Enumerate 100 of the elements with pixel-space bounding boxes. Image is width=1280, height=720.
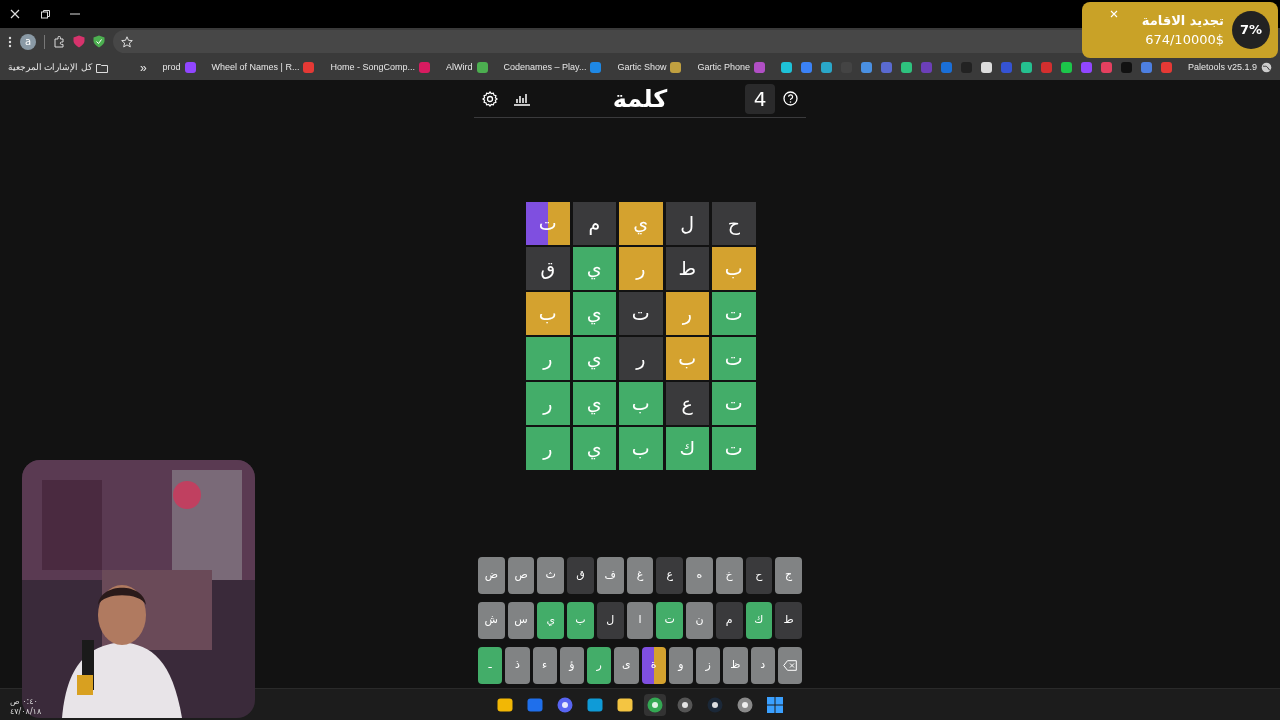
letter-tile: ر (665, 292, 709, 335)
notification-title: تجديد الاقامة (1141, 11, 1224, 30)
letter-key[interactable]: ح (745, 556, 773, 594)
puzzle-icon[interactable] (53, 35, 65, 48)
letter-tile: ب (712, 247, 756, 290)
letter-key[interactable]: ذ (505, 646, 530, 684)
site-icon[interactable] (860, 62, 872, 73)
letter-key[interactable]: ن (686, 601, 713, 639)
letter-tile: ر (526, 427, 570, 470)
letter-tile: ر (619, 247, 663, 290)
bookmark-link[interactable]: Home - SongComp... (330, 60, 430, 75)
site-icon[interactable] (1020, 62, 1032, 73)
letter-tile: ي (572, 337, 616, 380)
letter-tile: ت (619, 292, 663, 335)
letter-key[interactable]: ط (775, 601, 802, 639)
letter-tile: ق (526, 247, 570, 290)
letter-tile: ر (526, 382, 570, 425)
bookmark-link[interactable]: Paletools v25.1.9 (1187, 60, 1272, 75)
percent-badge: 7% (1232, 11, 1270, 49)
letter-key[interactable]: ة (641, 646, 666, 684)
letter-key[interactable]: ج (775, 556, 802, 594)
letter-tile: ل (665, 202, 709, 245)
letter-key[interactable]: د (750, 646, 775, 684)
streak-button[interactable]: 4 (745, 83, 775, 114)
letter-key[interactable]: ي (537, 601, 565, 639)
letter-tile: ت (712, 337, 756, 380)
site-icon[interactable] (980, 62, 992, 73)
letter-tile: ت (712, 427, 756, 470)
clock-time: ٠:٤٠ ص (10, 697, 39, 707)
bookmark-link[interactable]: prod (162, 60, 196, 75)
letter-tile: ع (665, 382, 709, 425)
letter-tile: ح (712, 202, 756, 245)
bookmark-link[interactable]: Gartic Show (617, 60, 682, 75)
letter-tile: ت (526, 202, 570, 245)
progress-amount: 674/10000$ (1144, 31, 1224, 49)
letter-tile: ط (665, 247, 709, 290)
letter-key[interactable]: ز (696, 646, 721, 684)
letter-tile: ك (665, 427, 709, 470)
letter-key[interactable]: ـ (478, 646, 503, 684)
letter-key[interactable]: ق (567, 556, 594, 594)
profile-avatar[interactable]: a (20, 33, 36, 50)
backspace-key[interactable] (777, 646, 802, 684)
restore-icon (40, 9, 50, 19)
letter-key[interactable]: ش (477, 601, 505, 639)
letter-tile: ب (619, 427, 663, 470)
shield-icon[interactable] (93, 35, 105, 48)
letter-tile: ي (572, 247, 616, 290)
letter-key[interactable]: غ (626, 556, 654, 594)
letter-tile: ب (619, 382, 663, 425)
menu-icon[interactable] (8, 35, 12, 48)
site-icon[interactable] (780, 62, 792, 73)
site-icon[interactable] (820, 62, 832, 73)
letter-key[interactable]: خ (715, 556, 743, 594)
letter-key[interactable]: ر (587, 646, 612, 684)
letter-tile: ر (526, 337, 570, 380)
letter-tile: ت (712, 292, 756, 335)
bookmark-link[interactable]: Wheel of Names | R... (211, 60, 315, 75)
letter-key[interactable]: ف (596, 556, 624, 594)
letter-tile: ت (712, 382, 756, 425)
bookmark-star-icon[interactable] (121, 35, 133, 48)
letter-key[interactable]: و (668, 646, 693, 684)
game-title: كلمة (612, 83, 668, 115)
letter-key[interactable]: ى (614, 646, 639, 684)
letter-key[interactable]: ص (507, 556, 535, 594)
overflow-chevron[interactable]: « (139, 58, 147, 77)
letter-tile: ب (665, 337, 709, 380)
letter-key[interactable]: ض (477, 556, 505, 594)
letter-tile: ي (572, 292, 616, 335)
letter-key[interactable]: ك (745, 601, 773, 639)
letter-key[interactable]: ب (567, 601, 594, 639)
letter-key[interactable]: ا (626, 601, 654, 639)
bookmark-link[interactable]: Codenames – Play... (503, 60, 602, 75)
letter-tile: ي (572, 382, 616, 425)
letter-tile: م (572, 202, 616, 245)
letter-tile: ب (526, 292, 570, 335)
windows-start-icon[interactable] (767, 696, 783, 713)
letter-key[interactable]: ت (656, 601, 684, 639)
letter-key[interactable]: ث (537, 556, 565, 594)
letter-key[interactable]: م (715, 601, 743, 639)
letter-key[interactable]: ؤ (559, 646, 584, 684)
letter-key[interactable]: ع (656, 556, 684, 594)
bar-chart-icon[interactable] (514, 91, 530, 106)
letter-key[interactable]: س (507, 601, 535, 639)
site-icon[interactable] (900, 62, 912, 73)
letter-key[interactable]: ل (596, 601, 624, 639)
backspace-icon (782, 659, 797, 671)
site-icon[interactable] (1060, 62, 1072, 73)
globe-icon (1261, 62, 1272, 73)
clock-date: ٤٧/٠٨/١٨ (10, 707, 42, 717)
letter-key[interactable]: ء (532, 646, 557, 684)
letter-key[interactable]: ظ (723, 646, 748, 684)
bookmark-link[interactable]: AlWird (446, 60, 488, 75)
bookmark-link[interactable]: Gartic Phone (697, 60, 765, 75)
letter-key[interactable]: ه (686, 556, 713, 594)
minimize-icon (70, 13, 80, 15)
close-icon (10, 9, 20, 19)
help-icon[interactable] (783, 91, 798, 106)
letter-tile: ر (619, 337, 663, 380)
letter-tile: ي (572, 427, 616, 470)
all-bookmarks-link[interactable]: كل الإشارات المرجعية (7, 60, 108, 75)
